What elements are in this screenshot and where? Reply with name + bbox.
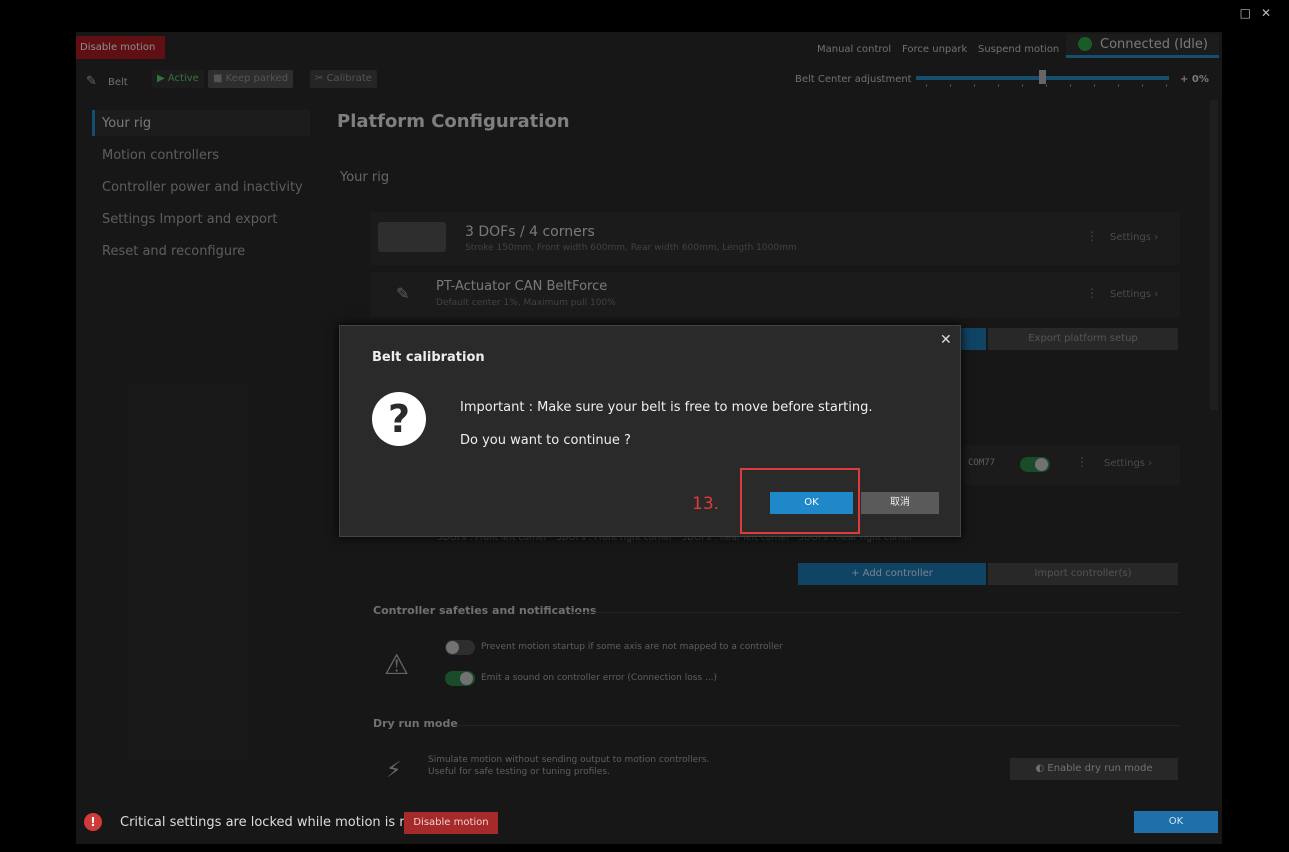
belt-calibration-dialog: Belt calibration ✕ ? Important : Make su… xyxy=(339,325,961,537)
cancel-button[interactable]: 取消 xyxy=(861,492,939,514)
close-icon[interactable]: ✕ xyxy=(1261,6,1281,20)
dialog-message-confirm: Do you want to continue ? xyxy=(460,433,631,448)
dialog-message-important: Important : Make sure your belt is free … xyxy=(460,400,873,415)
annotation-highlight-box xyxy=(740,468,860,534)
window-controls: □✕ xyxy=(1240,6,1281,20)
bottom-disable-motion-button[interactable]: Disable motion xyxy=(404,812,498,834)
close-icon[interactable]: ✕ xyxy=(940,332,952,348)
maximize-icon[interactable]: □ xyxy=(1240,6,1261,20)
dialog-title: Belt calibration xyxy=(372,350,485,365)
lock-warning-message: Critical settings are locked while motio… xyxy=(120,815,450,830)
question-icon: ? xyxy=(372,392,426,446)
step-annotation: 13. xyxy=(692,494,720,514)
info-icon: ! xyxy=(84,813,102,831)
bottom-ok-button[interactable]: OK xyxy=(1134,811,1218,833)
